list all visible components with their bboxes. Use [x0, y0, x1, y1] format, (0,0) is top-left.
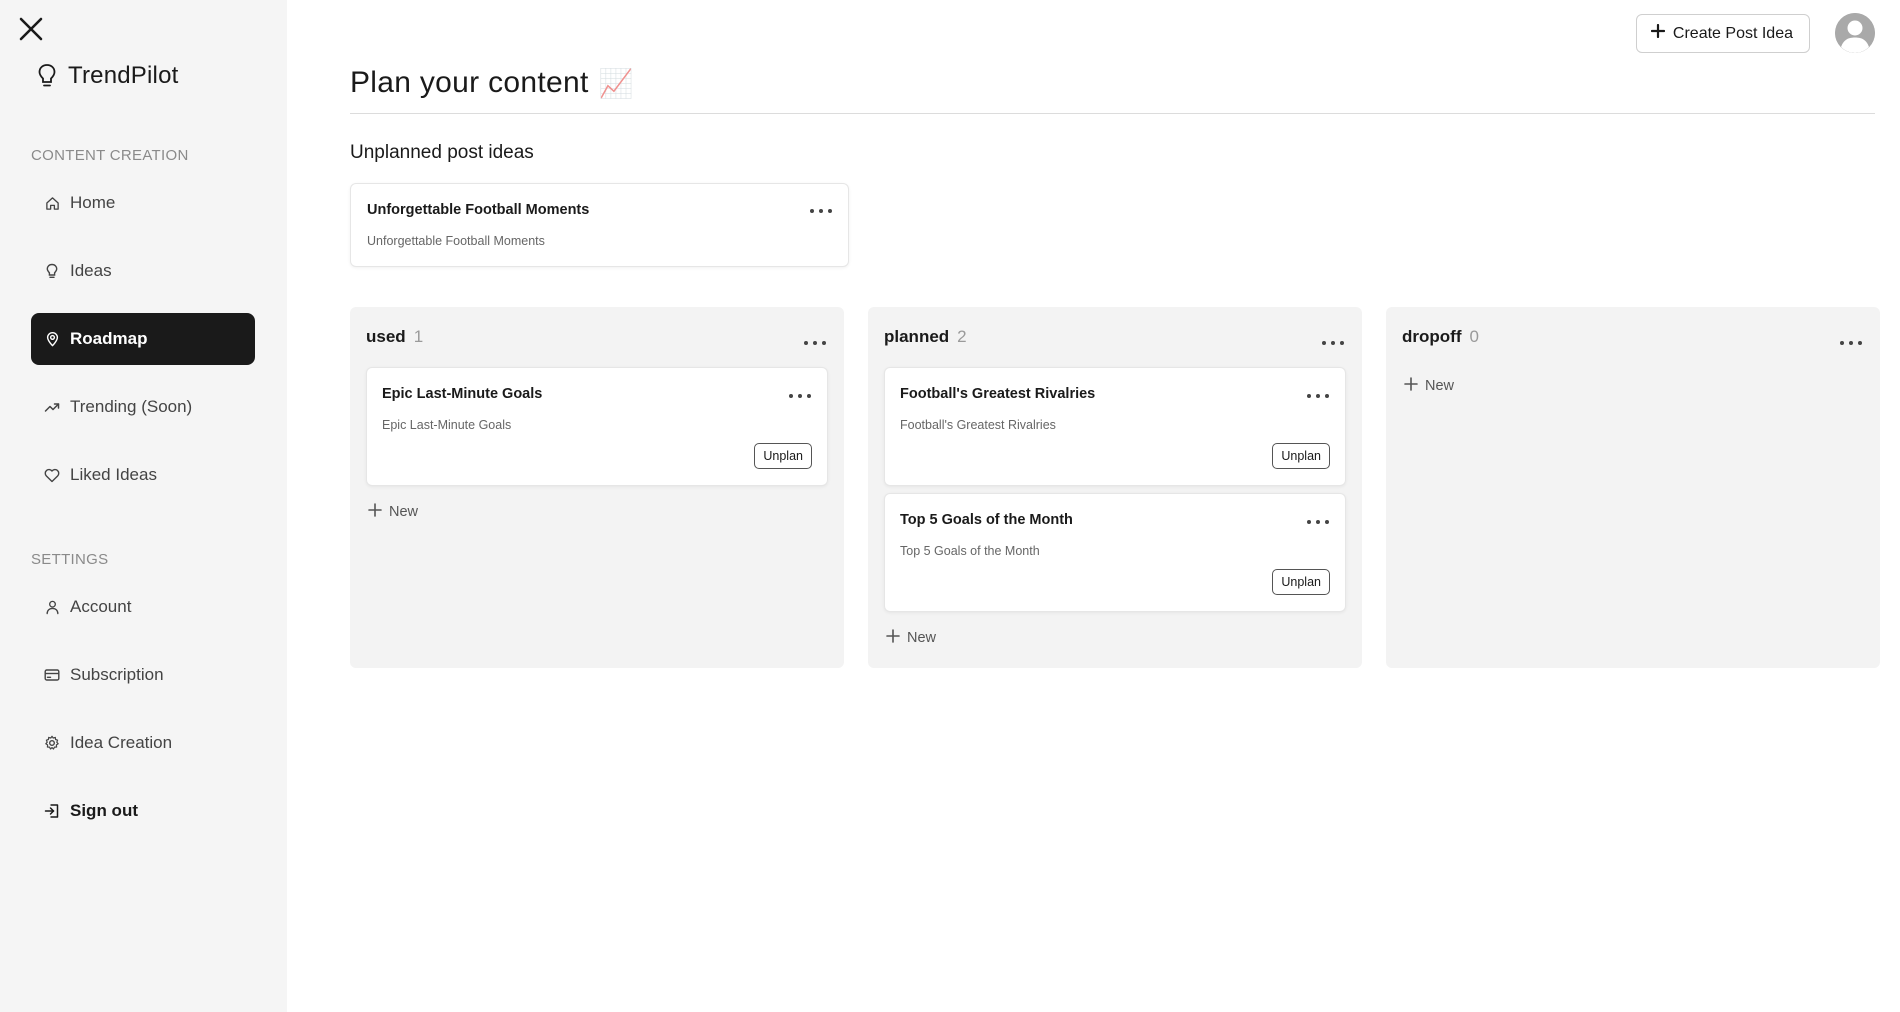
user-icon	[44, 599, 60, 615]
unplan-button[interactable]: Unplan	[754, 443, 812, 469]
card-title: Unforgettable Football Moments	[367, 202, 590, 218]
column-count: 2	[957, 327, 967, 346]
column-header: planned 2	[884, 327, 967, 347]
page-title: Plan your content 📈	[350, 66, 634, 100]
more-options-icon[interactable]	[804, 336, 826, 350]
sidebar-item-label: Roadmap	[70, 329, 148, 348]
sidebar-item-label: Ideas	[70, 261, 112, 280]
sidebar-item-label: Idea Creation	[70, 733, 173, 752]
create-post-idea-label: Create Post Idea	[1672, 24, 1793, 42]
sidebar-item-liked-ideas[interactable]: Liked Ideas	[31, 449, 255, 501]
new-card-label: New	[1425, 378, 1455, 394]
sign-out-icon	[44, 803, 60, 819]
home-icon	[44, 195, 60, 211]
card-subtitle: Football's Greatest Rivalries	[900, 418, 1056, 432]
unplan-button[interactable]: Unplan	[1272, 569, 1330, 595]
new-card-button[interactable]: New	[1404, 377, 1454, 395]
brand-name: TrendPilot	[68, 62, 179, 89]
column-name: used	[366, 327, 406, 346]
new-card-label: New	[389, 504, 419, 520]
brand[interactable]: TrendPilot	[36, 62, 179, 90]
unplanned-heading: Unplanned post ideas	[350, 142, 534, 163]
gear-icon	[44, 735, 60, 751]
sidebar: TrendPilot CONTENT CREATION Home Ideas R…	[0, 0, 287, 1012]
column-count: 1	[413, 327, 424, 346]
sign-out-button[interactable]: Sign out	[31, 785, 255, 837]
avatar[interactable]	[1835, 13, 1875, 53]
card-title: Epic Last-Minute Goals	[382, 386, 543, 402]
divider	[350, 113, 1875, 114]
chart-increasing-icon: 📈	[598, 67, 634, 99]
sidebar-item-label: Liked Ideas	[70, 465, 157, 484]
column-planned: planned 2 Football's Greatest Rivalries …	[868, 307, 1362, 668]
trending-up-icon	[44, 399, 60, 415]
column-dropoff: dropoff 0 New	[1386, 307, 1880, 668]
card-subtitle: Unforgettable Football Moments	[367, 234, 545, 248]
card-title: Top 5 Goals of the Month	[900, 512, 1073, 528]
sidebar-item-ideas[interactable]: Ideas	[31, 245, 255, 297]
sidebar-item-label: Subscription	[70, 665, 164, 684]
new-card-button[interactable]: New	[886, 629, 936, 647]
heart-icon	[44, 467, 60, 483]
plus-icon	[886, 629, 900, 647]
idea-card[interactable]: Epic Last-Minute Goals Epic Last-Minute …	[366, 367, 828, 486]
card-subtitle: Epic Last-Minute Goals	[382, 418, 512, 432]
sidebar-item-subscription[interactable]: Subscription	[31, 649, 255, 701]
more-options-icon[interactable]	[1307, 389, 1329, 403]
column-header: used 1	[366, 327, 423, 347]
lightbulb-icon	[36, 62, 58, 90]
section-label-content-creation: CONTENT CREATION	[31, 147, 189, 164]
column-name: dropoff	[1402, 327, 1462, 346]
sidebar-item-label: Home	[70, 193, 116, 212]
sidebar-item-idea-creation[interactable]: Idea Creation	[31, 717, 255, 769]
more-options-icon[interactable]	[810, 204, 832, 218]
column-name: planned	[884, 327, 950, 346]
sidebar-item-account[interactable]: Account	[31, 581, 255, 633]
card-title: Football's Greatest Rivalries	[900, 386, 1096, 402]
column-count: 0	[1469, 327, 1479, 346]
plus-icon	[1404, 377, 1418, 395]
sidebar-item-label: Trending (Soon)	[70, 397, 193, 416]
card-subtitle: Top 5 Goals of the Month	[900, 544, 1040, 558]
credit-card-icon	[44, 667, 60, 683]
more-options-icon[interactable]	[789, 389, 811, 403]
new-card-button[interactable]: New	[368, 503, 418, 521]
more-options-icon[interactable]	[1307, 515, 1329, 529]
sidebar-item-label: Account	[70, 597, 132, 616]
column-header: dropoff 0	[1402, 327, 1479, 347]
user-avatar-icon	[1835, 13, 1875, 53]
section-label-settings: SETTINGS	[31, 551, 109, 568]
idea-card[interactable]: Top 5 Goals of the Month Top 5 Goals of …	[884, 493, 1346, 612]
sidebar-item-home[interactable]: Home	[31, 177, 255, 229]
more-options-icon[interactable]	[1840, 336, 1862, 350]
close-icon[interactable]	[16, 14, 46, 44]
sign-out-label: Sign out	[70, 801, 138, 820]
plus-icon	[368, 503, 382, 521]
map-pin-icon	[44, 331, 60, 347]
lightbulb-icon	[44, 263, 60, 279]
unplan-button[interactable]: Unplan	[1272, 443, 1330, 469]
page-title-text: Plan your content	[350, 66, 589, 99]
new-card-label: New	[907, 630, 937, 646]
idea-card[interactable]: Football's Greatest Rivalries Football's…	[884, 367, 1346, 486]
more-options-icon[interactable]	[1322, 336, 1344, 350]
create-post-idea-button[interactable]: Create Post Idea	[1635, 14, 1810, 53]
main-content: Create Post Idea Plan your content 📈 Unp…	[350, 0, 1880, 1012]
unplanned-card[interactable]: Unforgettable Football Moments Unforgett…	[350, 183, 849, 267]
column-used: used 1 Epic Last-Minute Goals Epic Last-…	[350, 307, 844, 668]
sidebar-item-roadmap[interactable]: Roadmap	[31, 313, 255, 365]
plus-icon	[1650, 23, 1666, 43]
sidebar-item-trending[interactable]: Trending (Soon)	[31, 381, 255, 433]
